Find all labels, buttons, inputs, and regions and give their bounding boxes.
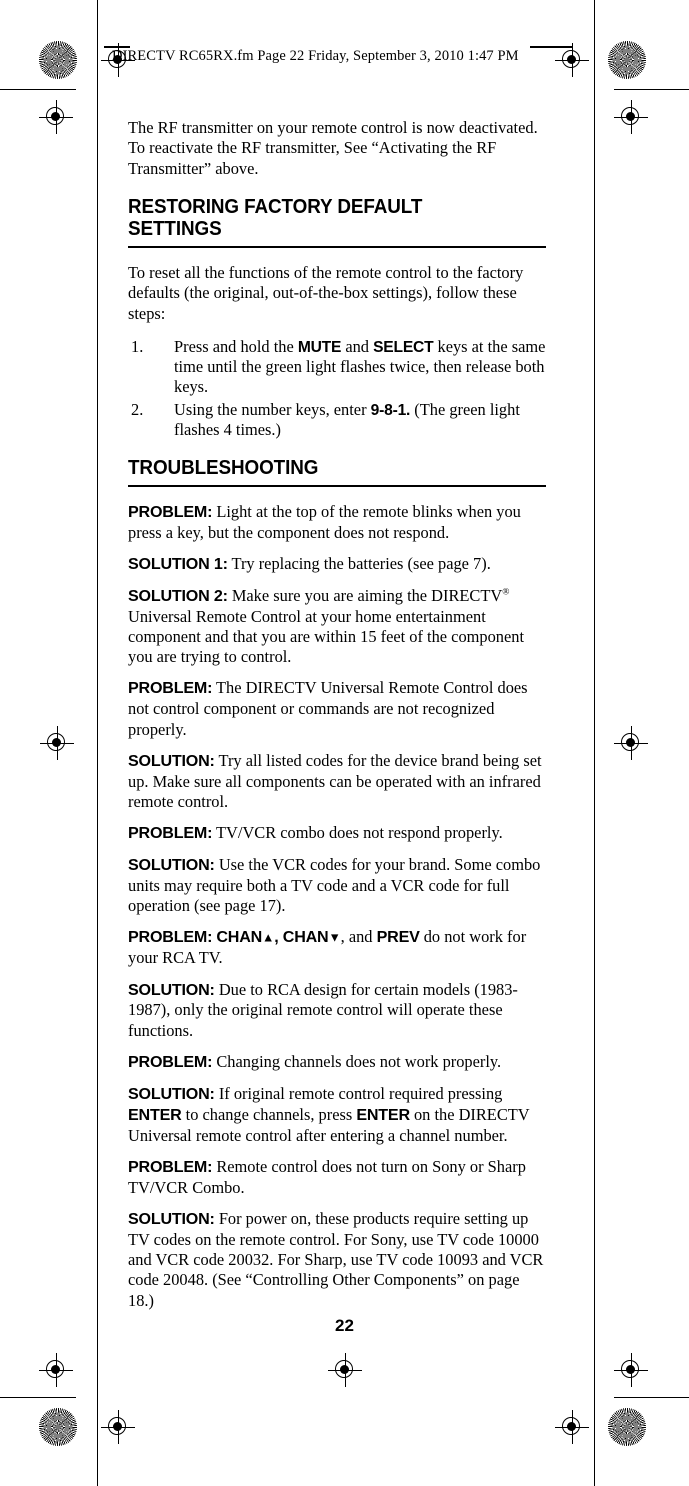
registration-mark-mid-left <box>40 726 74 760</box>
content-column: The RF transmitter on your remote contro… <box>128 118 546 1322</box>
key-chan-up: CHAN <box>216 928 263 947</box>
key-mute: MUTE <box>297 338 342 356</box>
troubleshooting-entry: PROBLEM: The DIRECTV Universal Remote Co… <box>128 678 546 739</box>
heading-rule-troubleshooting <box>128 484 546 487</box>
key-prev: PREV <box>376 928 420 947</box>
trim-line-bottom-right <box>614 1397 689 1398</box>
troubleshooting-entry: PROBLEM: TV/VCR combo does not respond p… <box>128 823 546 844</box>
triangle-down-icon: ▼ <box>328 930 341 945</box>
key-code-981: 9-8-1. <box>370 401 411 419</box>
entry-label: PROBLEM: <box>128 502 213 521</box>
running-header: DIRECTV RC65RX.fm Page 22 Friday, Septem… <box>112 48 519 64</box>
restore-lead-paragraph: To reset all the functions of the remote… <box>128 263 524 323</box>
entry-text-after: Universal Remote Control at your home en… <box>128 606 524 667</box>
step-text-part1: Press and hold the <box>174 336 298 356</box>
entry-text: TV/VCR combo does not respond properly. <box>212 823 503 843</box>
entry-label: SOLUTION: <box>128 1209 215 1228</box>
entry-text-before: Make sure you are aiming the DIRECTV <box>227 585 503 605</box>
list-item: 1. Press and hold the MUTE and SELECT key… <box>128 337 546 398</box>
entry-text-before: If original remote control required pres… <box>214 1083 503 1103</box>
triangle-up-icon: ▲ <box>262 930 275 945</box>
entry-label: SOLUTION 2: <box>128 586 228 605</box>
troubleshooting-entry: SOLUTION 2: Make sure you are aiming the… <box>128 586 546 668</box>
entry-label: PROBLEM: <box>128 928 213 947</box>
troubleshooting-entry: SOLUTION: If original remote control req… <box>128 1084 546 1146</box>
document-page: DIRECTV RC65RX.fm Page 22 Friday, Septem… <box>0 0 689 1486</box>
troubleshooting-entry: SOLUTION 1: Try replacing the batteries … <box>128 554 546 575</box>
separator-comma: , <box>274 928 283 947</box>
separator-and: , and <box>340 927 377 947</box>
entry-label: PROBLEM: <box>128 824 213 843</box>
trim-line-left <box>97 0 98 1486</box>
registration-mark-upper-left <box>39 100 73 134</box>
entry-label: PROBLEM: <box>128 679 213 698</box>
entry-label: SOLUTION: <box>128 980 215 999</box>
entry-label: SOLUTION: <box>128 751 215 770</box>
entry-label: PROBLEM: <box>128 1052 213 1071</box>
trim-line-bottom-left <box>0 1397 76 1398</box>
registration-mark-bottom-right <box>555 1410 589 1444</box>
registration-mark-lower-left <box>39 1353 73 1387</box>
registration-mark-bottom-center <box>328 1353 362 1387</box>
troubleshooting-entry: PROBLEM: Remote control does not turn on… <box>128 1157 546 1198</box>
heading-troubleshooting: TROUBLESHOOTING <box>128 456 319 480</box>
page-number: 22 <box>335 1316 354 1335</box>
entry-label: PROBLEM: <box>128 1157 213 1176</box>
registration-starburst-top-right <box>608 41 646 79</box>
key-enter-first: ENTER <box>128 1105 182 1124</box>
entry-text-mid: to change channels, press <box>181 1104 357 1124</box>
registration-mark-top-right <box>555 43 589 77</box>
registered-trademark-symbol: ® <box>502 587 510 598</box>
entry-label: SOLUTION 1: <box>128 554 228 573</box>
key-enter-second: ENTER <box>356 1105 410 1124</box>
heading-rule-restore <box>128 245 546 249</box>
troubleshooting-entry: SOLUTION: Use the VCR codes for your bra… <box>128 855 546 916</box>
entry-label: SOLUTION: <box>128 1084 215 1103</box>
list-item: 2. Using the number keys, enter 9-8-1. (T… <box>128 400 546 441</box>
registration-mark-mid-right <box>614 726 648 760</box>
step-number: 2. <box>131 399 144 419</box>
troubleshooting-entry: PROBLEM: CHAN▲, CHAN▼, and PREV do not w… <box>128 927 546 968</box>
registration-mark-lower-right <box>614 1353 648 1387</box>
troubleshooting-entry: SOLUTION: Try all listed codes for the d… <box>128 751 546 812</box>
troubleshooting-entry: PROBLEM: Changing channels does not work… <box>128 1052 546 1073</box>
troubleshooting-entry: SOLUTION: Due to RCA design for certain … <box>128 980 546 1041</box>
trim-line-right <box>594 0 595 1486</box>
header-rule-right <box>530 46 572 48</box>
restore-steps-list: 1. Press and hold the MUTE and SELECT key… <box>128 337 546 440</box>
step-text-part2: and <box>341 336 374 356</box>
intro-paragraph: The RF transmitter on your remote contro… <box>128 118 538 178</box>
key-chan-down: CHAN <box>282 928 329 947</box>
registration-mark-upper-right <box>614 100 648 134</box>
trim-line-top-right <box>614 89 689 90</box>
troubleshooting-entry: PROBLEM: Light at the top of the remote … <box>128 502 546 543</box>
entry-label: SOLUTION: <box>128 856 215 875</box>
entry-text: Try replacing the batteries (see page 7)… <box>227 553 491 573</box>
step-text-part1: Using the number keys, enter <box>174 399 371 419</box>
entry-text: Changing channels does not work properly… <box>212 1051 502 1071</box>
registration-starburst-bottom-left <box>39 1408 77 1446</box>
key-select: SELECT <box>373 338 434 356</box>
heading-restoring-factory-default-settings: RESTORING FACTORY DEFAULT SETTINGS <box>128 194 423 241</box>
step-number: 1. <box>131 336 144 356</box>
registration-starburst-top-left <box>39 41 77 79</box>
trim-line-top-left <box>0 89 76 90</box>
registration-mark-bottom-left <box>101 1410 135 1444</box>
troubleshooting-entry: SOLUTION: For power on, these products r… <box>128 1209 546 1311</box>
registration-starburst-bottom-right <box>608 1408 646 1446</box>
